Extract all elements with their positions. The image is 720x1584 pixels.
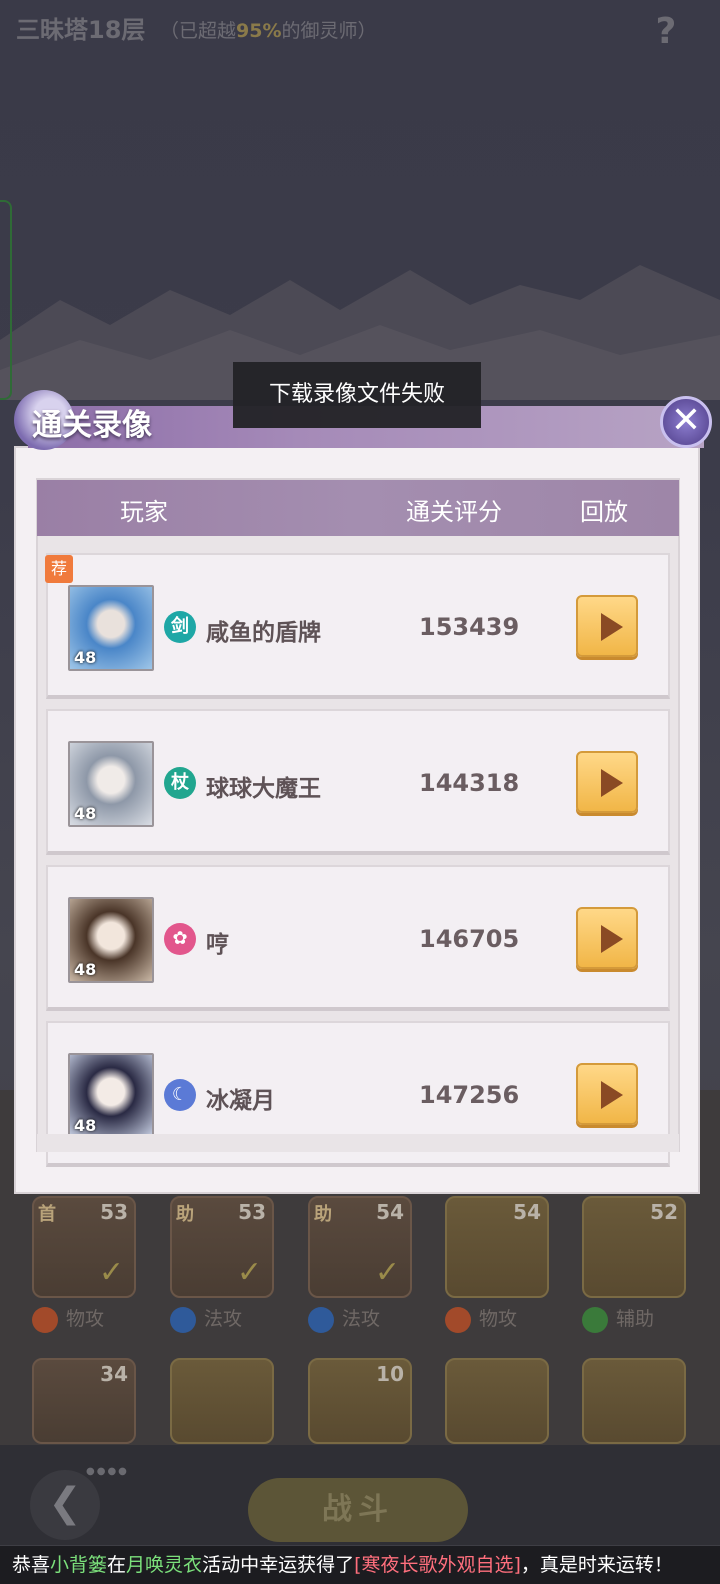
player-avatar[interactable]: 48 bbox=[68, 741, 154, 827]
recommend-badge: 荐 bbox=[45, 555, 73, 583]
hero-level: 53 bbox=[100, 1200, 128, 1224]
hero-tag: 首 bbox=[38, 1204, 56, 1225]
page-indicator-dots: ●●●● bbox=[86, 1466, 129, 1477]
role-icon bbox=[445, 1306, 471, 1333]
hero-card[interactable]: 助 54 ✓ bbox=[308, 1196, 412, 1298]
hero-card[interactable]: 54 bbox=[445, 1196, 549, 1298]
player-level: 48 bbox=[74, 648, 97, 667]
question-mark-icon[interactable]: ? bbox=[652, 12, 680, 52]
hero-card[interactable]: 助 53 ✓ bbox=[170, 1196, 274, 1298]
hero-card[interactable]: 34 bbox=[32, 1358, 136, 1444]
player-name: 球球大魔王 bbox=[206, 776, 321, 802]
hero-card[interactable] bbox=[582, 1358, 686, 1444]
play-icon bbox=[601, 769, 623, 797]
announcement-ticker: 恭喜小背篓在月唤灵衣活动中幸运获得了[寒夜长歌外观自选]，真是时来运转！ bbox=[0, 1546, 720, 1584]
hero-card[interactable]: 首 53 ✓ bbox=[32, 1196, 136, 1298]
hero-role: 法攻 bbox=[308, 1304, 380, 1334]
play-replay-button[interactable] bbox=[576, 907, 638, 969]
role-label: 法攻 bbox=[204, 1308, 243, 1330]
hero-level: 54 bbox=[513, 1200, 541, 1224]
hero-tag: 助 bbox=[314, 1204, 332, 1225]
hero-level: 52 bbox=[650, 1200, 678, 1224]
player-avatar[interactable]: 48 bbox=[68, 1053, 154, 1139]
play-icon bbox=[601, 613, 623, 641]
fight-button[interactable]: 战斗 bbox=[248, 1478, 468, 1542]
role-icon bbox=[170, 1306, 196, 1333]
play-replay-button[interactable] bbox=[576, 595, 638, 657]
hero-level: 34 bbox=[100, 1362, 128, 1386]
hero-level: 10 bbox=[376, 1362, 404, 1386]
player-level: 48 bbox=[74, 960, 97, 979]
hero-level: 53 bbox=[238, 1200, 266, 1224]
hero-role: 物攻 bbox=[445, 1304, 517, 1334]
role-icon bbox=[32, 1306, 58, 1333]
header-score: 通关评分 bbox=[406, 498, 502, 526]
modal-title: 通关录像 bbox=[32, 408, 152, 443]
play-replay-button[interactable] bbox=[576, 751, 638, 813]
back-arrow-icon[interactable]: ❮ bbox=[30, 1470, 100, 1540]
staff-sect-icon: 杖 bbox=[164, 767, 196, 799]
sword-sect-icon: 剑 bbox=[164, 611, 196, 643]
clear-score: 153439 bbox=[419, 613, 520, 641]
hero-role: 辅助 bbox=[582, 1304, 654, 1334]
selected-check-icon: ✓ bbox=[98, 1255, 124, 1290]
role-label: 物攻 bbox=[66, 1308, 105, 1330]
clear-score: 147256 bbox=[419, 1081, 520, 1109]
play-icon bbox=[601, 925, 623, 953]
player-name: 冰凝月 bbox=[206, 1088, 275, 1114]
role-label: 法攻 bbox=[342, 1308, 381, 1330]
hero-card[interactable]: 52 bbox=[582, 1196, 686, 1298]
player-level: 48 bbox=[74, 804, 97, 823]
play-replay-button[interactable] bbox=[576, 1063, 638, 1125]
list-bottom-mask bbox=[37, 1134, 679, 1152]
hero-card[interactable] bbox=[170, 1358, 274, 1444]
clear-score: 144318 bbox=[419, 769, 520, 797]
hero-level: 54 bbox=[376, 1200, 404, 1224]
close-icon[interactable]: ✕ bbox=[660, 396, 712, 448]
role-label: 物攻 bbox=[479, 1308, 518, 1330]
hero-tag: 助 bbox=[176, 1204, 194, 1225]
error-toast: 下载录像文件失败 bbox=[233, 362, 481, 428]
role-label: 辅助 bbox=[616, 1308, 655, 1330]
role-icon bbox=[582, 1306, 608, 1333]
floor-percentile: （已超越95%的御灵师） bbox=[160, 20, 377, 42]
clear-score: 146705 bbox=[419, 925, 520, 953]
hero-card[interactable]: 10 bbox=[308, 1358, 412, 1444]
player-name: 哼 bbox=[206, 932, 229, 958]
flower-sect-icon: ✿ bbox=[164, 923, 196, 955]
hero-role: 法攻 bbox=[170, 1304, 242, 1334]
floor-title: 三昧塔18层 bbox=[16, 16, 146, 44]
selected-check-icon: ✓ bbox=[236, 1255, 262, 1290]
hero-role: 物攻 bbox=[32, 1304, 104, 1334]
moon-sect-icon: ☾ bbox=[164, 1079, 196, 1111]
selected-check-icon: ✓ bbox=[374, 1255, 400, 1290]
play-icon bbox=[601, 1081, 623, 1109]
header-replay: 回放 bbox=[580, 498, 628, 526]
role-icon bbox=[308, 1306, 334, 1333]
top-bar: 三昧塔18层 （已超越95%的御灵师） ? bbox=[0, 0, 720, 60]
hero-card[interactable] bbox=[445, 1358, 549, 1444]
header-player: 玩家 bbox=[120, 498, 168, 526]
player-level: 48 bbox=[74, 1116, 97, 1135]
side-panel-edge[interactable] bbox=[0, 200, 12, 400]
player-name: 咸鱼的盾牌 bbox=[206, 620, 321, 646]
player-avatar[interactable]: 48 bbox=[68, 897, 154, 983]
player-avatar[interactable]: 48 bbox=[68, 585, 154, 671]
